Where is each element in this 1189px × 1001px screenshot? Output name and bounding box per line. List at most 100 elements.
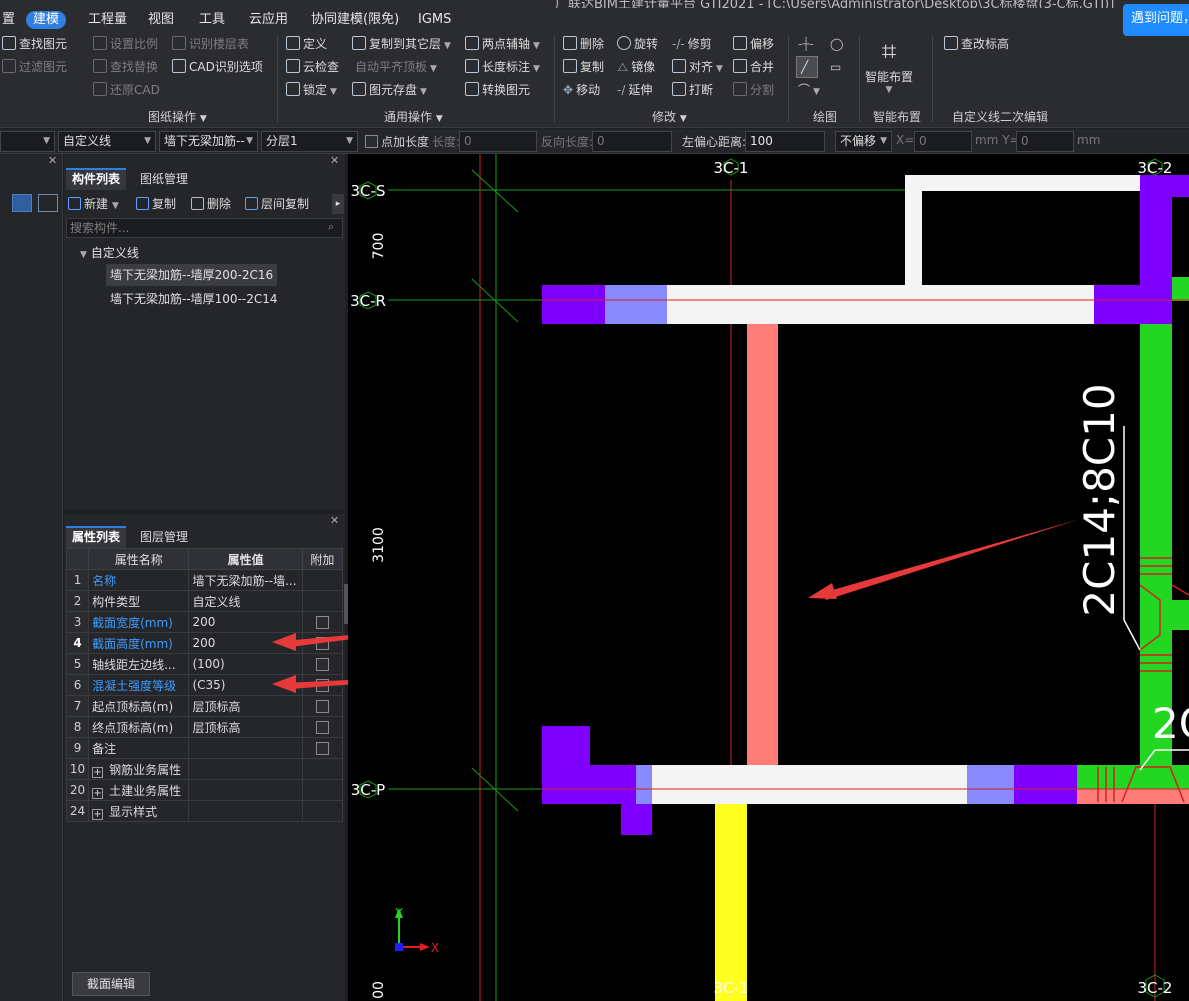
tab-property-list[interactable]: 属性列表 <box>66 526 127 548</box>
floor-combo[interactable]: ▼ <box>0 131 55 152</box>
menu-item-modeling[interactable]: 建模 <box>26 11 67 29</box>
filter-element-button[interactable]: 过滤图元 <box>2 57 67 77</box>
copy-button[interactable]: 复制 <box>563 57 604 77</box>
new-component-button[interactable]: 新建 ▼ <box>68 194 119 214</box>
table-row[interactable]: 24 + 显示样式 <box>65 800 344 822</box>
delete-component-button[interactable]: 删除 <box>191 194 231 214</box>
tab-component-list[interactable]: 构件列表 <box>66 168 127 190</box>
beam-segment[interactable] <box>605 285 668 324</box>
column-element[interactable] <box>542 285 606 324</box>
table-row[interactable]: 6 混凝土强度等级 (C35) <box>65 674 344 696</box>
convert-element-button[interactable]: 转换图元 <box>465 80 530 100</box>
extra-checkbox[interactable] <box>315 658 329 671</box>
menu-item-view[interactable]: 视图 <box>141 11 181 29</box>
extra-checkbox[interactable] <box>315 742 329 755</box>
rebar-element[interactable] <box>1172 600 1189 630</box>
menu-item-collab[interactable]: 协同建模(限免) <box>304 11 406 29</box>
close-icon[interactable]: ✕ <box>330 154 339 167</box>
list-view-icon[interactable] <box>12 194 32 212</box>
tab-layer-management[interactable]: 图层管理 <box>134 526 194 548</box>
section-edit-button[interactable]: 截面编辑 <box>72 972 150 996</box>
left-offset-input[interactable]: 100 <box>745 131 825 152</box>
beam-segment[interactable] <box>636 765 652 804</box>
length-dimension-button[interactable]: 长度标注 ▼ <box>465 57 540 77</box>
rotate-button[interactable]: 旋转 <box>617 34 658 54</box>
detail-view-icon[interactable] <box>38 194 58 212</box>
auto-align-slab-button[interactable]: 自动平齐顶板 ▼ <box>355 57 437 77</box>
offset-button[interactable]: 偏移 <box>733 34 774 54</box>
tree-item-component[interactable]: 墙下无梁加筋--墙厚100--2C14 <box>106 288 282 310</box>
menu-item-igms[interactable]: IGMS <box>411 11 458 29</box>
tab-drawing-management[interactable]: 图纸管理 <box>134 168 194 190</box>
check-elevation-button[interactable]: 查改标高 <box>944 34 1009 54</box>
group-label-drawing-ops[interactable]: 图纸操作 ▼ <box>148 108 207 125</box>
draw-arc-button[interactable]: ⌒ ▼ <box>798 80 820 100</box>
layer-combo[interactable]: 分层1 ▼ <box>261 131 358 152</box>
column-element[interactable] <box>1014 765 1078 804</box>
find-element-button[interactable]: 查找图元 <box>2 34 67 54</box>
extra-checkbox[interactable] <box>315 721 329 734</box>
table-row[interactable]: 10 + 钢筋业务属性 <box>65 758 344 780</box>
tree-item-component[interactable]: 墙下无梁加筋--墙厚200-2C16 <box>106 264 278 286</box>
search-icon[interactable]: ⌕ <box>328 220 334 234</box>
align-button[interactable]: 对齐 ▼ <box>672 57 723 77</box>
find-replace-button[interactable]: 查找替换 <box>93 57 158 77</box>
beam-segment[interactable] <box>967 765 1015 804</box>
delete-button[interactable]: 删除 <box>563 34 604 54</box>
offset-combo[interactable]: 不偏移 ▼ <box>835 131 892 152</box>
trim-button[interactable]: -/- 修剪 <box>672 34 712 54</box>
move-button[interactable]: ✥ 移动 <box>563 80 600 100</box>
two-point-axis-button[interactable]: 两点辅轴 ▼ <box>465 34 540 54</box>
mirror-button[interactable]: ⧍ 镜像 <box>617 57 655 77</box>
group-label-smart-layout[interactable]: 智能布置 <box>873 108 921 125</box>
extend-button[interactable]: -/延伸 <box>617 80 652 100</box>
identify-floors-button[interactable]: 识别楼层表 <box>172 34 249 54</box>
menu-item-cloud[interactable]: 云应用 <box>242 11 295 29</box>
break-button[interactable]: 打断 <box>672 80 713 100</box>
wall-segment[interactable] <box>667 285 1095 324</box>
canvas-svg[interactable]: 3C-1 3C-2 3C-1 3C-2 3C-S 3C-R 3C-P 700 3… <box>348 154 1189 1001</box>
group-label-common-ops[interactable]: 通用操作 ▼ <box>384 108 443 125</box>
floor-copy-button[interactable]: 层间复制 <box>245 194 309 214</box>
help-button[interactable]: 遇到问题， <box>1123 4 1189 36</box>
close-icon[interactable]: ✕ <box>330 514 339 527</box>
copy-to-floor-button[interactable]: 复制到其它层 ▼ <box>352 34 451 54</box>
save-element-button[interactable]: 图元存盘 ▼ <box>352 80 427 100</box>
cloud-check-button[interactable]: 云检查 <box>286 57 339 77</box>
menu-item-settings[interactable]: 置 <box>0 11 22 29</box>
table-row[interactable]: 1 名称 墙下无梁加筋--墙... <box>65 569 344 591</box>
length-input[interactable]: 0 <box>459 131 537 152</box>
table-row[interactable]: 8 终点顶标高(m) 层顶标高 <box>65 716 344 738</box>
column-element[interactable] <box>1094 285 1142 324</box>
draw-line-button[interactable]: ╱ <box>796 56 818 78</box>
yellow-wall-element[interactable] <box>715 804 747 1001</box>
more-toolbar-icon[interactable]: ▸ <box>332 194 344 214</box>
restore-cad-button[interactable]: 还原CAD <box>93 80 160 100</box>
element-combo[interactable]: 墙下无梁加筋-- ▼ <box>159 131 258 152</box>
table-row[interactable]: 2 构件类型 自定义线 <box>65 590 344 612</box>
wall-segment[interactable] <box>652 765 968 804</box>
x-input[interactable]: 0 <box>914 131 972 152</box>
table-row[interactable]: 5 轴线距左边线... (100) <box>65 653 344 675</box>
rebar-element[interactable] <box>1172 277 1189 301</box>
extra-checkbox[interactable] <box>315 700 329 713</box>
split-button[interactable]: 分割 <box>733 80 774 100</box>
merge-button[interactable]: 合并 <box>733 57 774 77</box>
extra-checkbox[interactable] <box>315 616 329 629</box>
close-icon[interactable]: ✕ <box>48 154 57 167</box>
table-row[interactable]: 9 备注 <box>65 737 344 759</box>
y-input[interactable]: 0 <box>1016 131 1074 152</box>
expand-icon[interactable]: + <box>92 766 104 778</box>
group-label-draw[interactable]: 绘图 <box>813 108 837 125</box>
table-row[interactable]: 3 截面宽度(mm) 200 <box>65 611 344 633</box>
wall-segment[interactable] <box>905 175 922 287</box>
draw-circle-button[interactable]: ◯ <box>830 34 843 54</box>
extra-checkbox[interactable] <box>315 637 329 650</box>
menu-item-quantities[interactable]: 工程量 <box>81 11 134 29</box>
type-combo[interactable]: 自定义线 ▼ <box>58 131 156 152</box>
group-label-modify[interactable]: 修改 ▼ <box>652 108 687 125</box>
add-length-checkbox[interactable] <box>365 135 378 148</box>
lock-button[interactable]: 锁定 ▼ <box>286 80 337 100</box>
cad-options-button[interactable]: CAD识别选项 <box>172 57 263 77</box>
extra-checkbox[interactable] <box>315 679 329 692</box>
